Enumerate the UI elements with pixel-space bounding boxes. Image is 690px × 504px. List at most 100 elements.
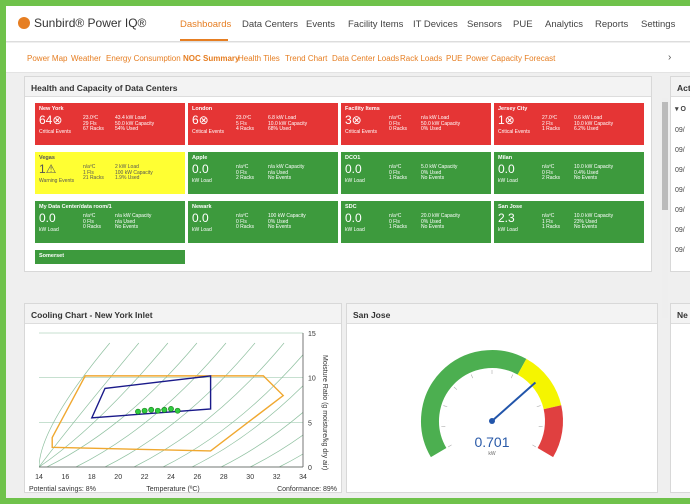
datacenter-stats: n/aºC 0 Fls 2 Racks — [542, 164, 561, 181]
subnav-health-tiles[interactable]: Health Tiles — [238, 54, 280, 63]
load-gauge: 0.701kW — [421, 350, 563, 458]
activity-row[interactable]: 09/ — [675, 127, 685, 134]
datacenter-tile[interactable]: San Jose 2.3 kW Load n/aºC 1 Fls 1 Racks 10.… — [494, 201, 644, 243]
datacenter-primary-value: 6⊗ — [192, 113, 209, 127]
app-frame: Sunbird® Power IQ® Dashboards Data Cente… — [6, 6, 690, 498]
y-tick-label: 15 — [308, 331, 316, 338]
activity-group-toggle[interactable]: ▾ O — [675, 105, 686, 113]
datacenter-name: DCO1 — [345, 155, 361, 161]
datacenter-tile[interactable]: SDC 0.0 kW Load n/aºC 0 Fls 1 Racks 20.0 kW … — [341, 201, 491, 243]
panel-title: Ne — [671, 304, 690, 324]
datacenter-stats: n/aºC 0 Fls 0 Racks — [236, 213, 255, 230]
y-tick-label: 5 — [308, 420, 312, 427]
datacenter-primary-label: Critical Events — [39, 129, 71, 135]
datacenter-name: London — [192, 106, 213, 112]
scrollbar-thumb[interactable] — [662, 102, 668, 210]
panel-title: Cooling Chart - New York Inlet — [25, 304, 341, 324]
activity-panel: Act ▾ O 09/09/09/09/09/09/09/ — [670, 76, 690, 272]
datacenter-primary-label: Critical Events — [345, 129, 377, 135]
gauge-value: 0.701 — [474, 434, 509, 450]
datacenter-tile[interactable]: Jersey City 1⊗ Critical Events 27.0ºC 2 Fls… — [494, 103, 644, 145]
datacenter-tile[interactable]: Apple 0.0 kW Load n/aºC 0 Fls 2 Racks n/a kW… — [188, 152, 338, 194]
datacenter-primary-label: kW Load — [498, 227, 518, 233]
activity-row[interactable]: 09/ — [675, 207, 685, 214]
datacenter-tile[interactable]: DCO1 0.0 kW Load n/aºC 0 Fls 1 Racks 5.0 kW … — [341, 152, 491, 194]
datacenter-tile[interactable]: My Data Center/data room/1 0.0 kW Load n/aº… — [35, 201, 185, 243]
psychrometric-chart: 14 16 18 20 22 24 26 28 30 32 340 5 10 15 Temperature … — [29, 331, 337, 493]
x-tick-label: 18 — [88, 474, 96, 481]
activity-row[interactable]: 09/ — [675, 167, 685, 174]
datacenter-tile[interactable]: Vegas 1⚠ Warning Events n/aºC 1 Fls 21 Rack… — [35, 152, 185, 194]
datacenter-primary-value: 1⚠ — [39, 162, 57, 176]
subnav-pue[interactable]: PUE — [446, 54, 462, 63]
x-tick-label: 14 — [35, 474, 43, 481]
nav-reports[interactable]: Reports — [595, 19, 628, 30]
datacenter-stats: n/aºC 0 Fls 0 Racks — [83, 213, 102, 230]
activity-row[interactable]: 09/ — [675, 227, 685, 234]
datacenter-primary-value: 2.3 — [498, 211, 515, 225]
panel-scrollbar[interactable] — [662, 98, 668, 318]
cooling-chart-panel: Cooling Chart - New York Inlet 14 16 18 20 2… — [24, 303, 342, 493]
subnav-weather[interactable]: Weather — [71, 54, 101, 63]
gauge-band-red — [537, 405, 563, 458]
datacenter-name: Somerset — [39, 253, 65, 259]
datacenter-primary-label: kW Load — [498, 178, 518, 184]
subnav-trend-chart[interactable]: Trend Chart — [285, 54, 327, 63]
subnav-noc-summary[interactable]: NOC Summary — [183, 54, 239, 63]
datacenter-capacity: n/a kW Load 50.0 kW Capacity 0% Used — [421, 115, 461, 132]
nav-events[interactable]: Events — [306, 19, 335, 30]
datacenter-tile[interactable]: Milan 0.0 kW Load n/aºC 0 Fls 2 Racks 10.0 k… — [494, 152, 644, 194]
datacenter-stats: 23.0ºC 29 Fls 67 Racks — [83, 115, 104, 132]
activity-row[interactable]: 09/ — [675, 247, 685, 254]
data-point — [161, 406, 168, 413]
datacenter-tile[interactable]: Facility Items 3⊗ Critical Events n/aºC 0 F… — [341, 103, 491, 145]
datacenter-name: Milan — [498, 155, 513, 161]
data-point — [174, 407, 181, 414]
datacenter-capacity: 100 kW Capacity 0% Used No Events — [268, 213, 306, 230]
subnav-power-map[interactable]: Power Map — [27, 54, 67, 63]
datacenter-name: Apple — [192, 155, 208, 161]
nav-analytics[interactable]: Analytics — [545, 19, 583, 30]
datacenter-tile[interactable]: Newark 0.0 kW Load n/aºC 0 Fls 0 Racks 100 k… — [188, 201, 338, 243]
datacenter-tile[interactable]: Somerset — [35, 250, 185, 264]
datacenter-primary-value: 0.0 — [192, 162, 209, 176]
subnav-energy-consumption[interactable]: Energy Consumption — [106, 54, 181, 63]
nav-data-centers[interactable]: Data Centers — [242, 19, 298, 30]
activity-row[interactable]: 09/ — [675, 147, 685, 154]
datacenter-tile[interactable]: New York 64⊗ Critical Events 23.0ºC 29 Fls … — [35, 103, 185, 145]
app-logo[interactable]: Sunbird® Power IQ® — [18, 16, 146, 30]
datacenter-stats: n/aºC 0 Fls 1 Racks — [389, 164, 408, 181]
x-tick-label: 24 — [167, 474, 175, 481]
sunbird-logo-icon — [18, 17, 30, 29]
y-tick-label: 10 — [308, 376, 316, 383]
saturation-curve — [279, 453, 303, 467]
nav-settings[interactable]: Settings — [641, 19, 675, 30]
datacenter-primary-label: kW Load — [192, 178, 212, 184]
datacenter-tile[interactable]: London 6⊗ Critical Events 23.0ºC 5 Fls 4 Ra… — [188, 103, 338, 145]
nav-it-devices[interactable]: IT Devices — [413, 19, 458, 30]
subnav-data-center-loads[interactable]: Data Center Loads — [332, 54, 399, 63]
datacenter-capacity: 20.0 kW Capacity 0% Used No Events — [421, 213, 461, 230]
potential-savings-text: Potential savings: 8% — [29, 486, 96, 493]
datacenter-primary-label: kW Load — [192, 227, 212, 233]
gauge-hub — [489, 418, 495, 424]
data-point — [168, 406, 174, 412]
activity-row[interactable]: 09/ — [675, 187, 685, 194]
datacenter-primary-value: 0.0 — [192, 211, 209, 225]
datacenter-primary-label: kW Load — [39, 227, 59, 233]
subnav-rack-loads[interactable]: Rack Loads — [400, 54, 442, 63]
x-tick-label: 34 — [299, 474, 307, 481]
chevron-right-icon[interactable]: › — [668, 52, 671, 63]
nav-sensors[interactable]: Sensors — [467, 19, 502, 30]
datacenter-name: Newark — [192, 204, 212, 210]
nav-pue[interactable]: PUE — [513, 19, 533, 30]
nav-dashboards[interactable]: Dashboards — [180, 19, 231, 30]
datacenter-capacity: n/a kW Capacity n/a Used No Events — [268, 164, 305, 181]
subnav-power-capacity-forecast[interactable]: Power Capacity Forecast — [466, 54, 555, 63]
gauge-tick — [470, 374, 474, 379]
saturation-curve — [133, 342, 285, 467]
datacenter-primary-label: Warning Events — [39, 178, 75, 184]
gauge-tick — [536, 405, 541, 408]
datacenter-capacity: n/a kW Capacity n/a Used No Events — [115, 213, 152, 230]
nav-facility-items[interactable]: Facility Items — [348, 19, 403, 30]
